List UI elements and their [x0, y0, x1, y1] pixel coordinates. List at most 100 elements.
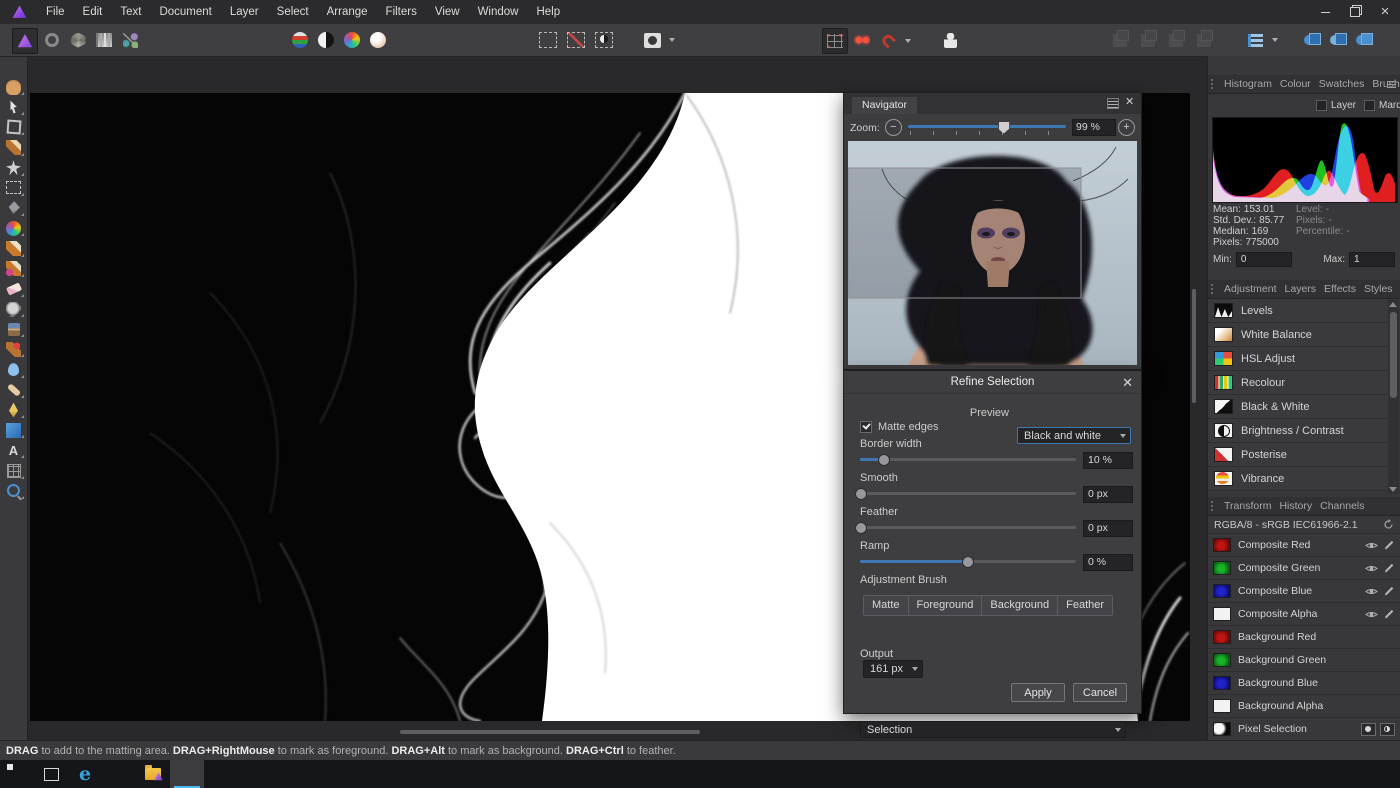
brush-mode-button[interactable]: Matte [864, 596, 909, 615]
boolean-intersect-icon[interactable] [1352, 28, 1376, 52]
tab-transform[interactable]: Transform [1220, 497, 1275, 515]
pen-tool[interactable] [4, 402, 24, 418]
channel-composite-blue[interactable]: Composite Blue [1208, 580, 1400, 603]
channel-background-alpha[interactable]: Background Alpha [1208, 695, 1400, 718]
tab-channels[interactable]: Channels [1316, 497, 1368, 515]
channel-background-blue[interactable]: Background Blue [1208, 672, 1400, 695]
move-forward-icon[interactable] [1136, 28, 1160, 52]
panel-close-icon[interactable]: ✕ [1125, 97, 1135, 108]
channel-composite-green[interactable]: Composite Green [1208, 557, 1400, 580]
menu-item[interactable]: Window [469, 0, 528, 24]
minimize-icon[interactable] [1310, 0, 1340, 24]
adjustment-scrollbar-thumb[interactable] [1390, 312, 1397, 398]
border-width-slider[interactable] [860, 453, 1076, 466]
adjustment-levels[interactable]: Levels [1208, 299, 1388, 323]
tab-effects[interactable]: Effects [1320, 280, 1360, 298]
assistant-icon[interactable] [938, 28, 962, 52]
quick-mask-icon[interactable] [640, 28, 664, 52]
alignment-icon[interactable] [1243, 28, 1267, 52]
horizontal-scrollbar-thumb[interactable] [400, 730, 700, 734]
selection-edit-icon[interactable] [1380, 722, 1395, 736]
output-dropdown[interactable]: Selection [860, 721, 1126, 738]
scroll-down-icon[interactable] [1389, 487, 1397, 492]
channel-pixel-selection[interactable]: Pixel Selection [1208, 718, 1400, 740]
invert-selection-icon[interactable] [592, 28, 616, 52]
move-tool[interactable] [4, 99, 24, 116]
feather-slider[interactable] [855, 521, 1076, 534]
navigator-titlebar[interactable]: Navigator ✕ [844, 93, 1141, 114]
slider-thumb[interactable] [877, 454, 890, 466]
tab-swatches[interactable]: Swatches [1315, 75, 1369, 93]
tab-history[interactable]: History [1275, 497, 1316, 515]
edit-pencil-icon[interactable] [1384, 609, 1394, 619]
adjustment-brightness-contrast[interactable]: Brightness / Contrast [1208, 419, 1388, 443]
marquee-checkbox[interactable] [1364, 100, 1376, 111]
adjustment-vibrance[interactable]: Vibrance [1208, 467, 1388, 491]
auto-white-balance-icon[interactable] [366, 28, 390, 52]
tab-colour[interactable]: Colour [1276, 75, 1315, 93]
menu-item[interactable]: Edit [74, 0, 112, 24]
task-view-button[interactable] [34, 760, 68, 788]
menu-item[interactable]: Help [527, 0, 569, 24]
dialog-close-icon[interactable]: ✕ [1122, 375, 1133, 391]
layer-checkbox[interactable] [1316, 100, 1327, 111]
adjustment-black-white[interactable]: Black & White [1208, 395, 1388, 419]
flood-fill-tool[interactable] [4, 200, 24, 217]
feather-value[interactable]: 0 px [1083, 520, 1133, 537]
menu-item[interactable]: Text [111, 0, 150, 24]
sync-icon[interactable] [1383, 519, 1394, 530]
blemish-removal-tool[interactable] [4, 382, 24, 398]
menu-item[interactable]: File [37, 0, 74, 24]
edit-pencil-icon[interactable] [1384, 586, 1394, 596]
gradient-tool[interactable] [4, 220, 24, 237]
edge-browser-icon[interactable]: e [68, 760, 102, 788]
quick-mask-caret-icon[interactable] [669, 38, 675, 42]
brush-mode-button[interactable]: Foreground [908, 596, 983, 615]
zoom-slider[interactable] [907, 120, 1066, 136]
brush-mode-button[interactable]: Feather [1058, 596, 1113, 615]
menu-item[interactable]: View [426, 0, 469, 24]
zoom-value-input[interactable]: 99 % [1072, 119, 1116, 136]
erase-brush-tool[interactable] [4, 281, 24, 297]
scroll-up-icon[interactable] [1389, 302, 1397, 307]
tab-styles[interactable]: Styles [1360, 280, 1397, 298]
edit-pencil-icon[interactable] [1384, 540, 1394, 550]
channel-background-green[interactable]: Background Green [1208, 649, 1400, 672]
snapping-candidates-icon[interactable] [850, 28, 874, 52]
affinity-folder-icon[interactable] [136, 760, 170, 788]
shape-tool[interactable] [4, 422, 24, 439]
slider-thumb[interactable] [855, 488, 867, 500]
adjustment-white-balance[interactable]: White Balance [1208, 323, 1388, 347]
adjustment-posterise[interactable]: Posterise [1208, 443, 1388, 467]
channel-composite-alpha[interactable]: Composite Alpha [1208, 603, 1400, 626]
slider-thumb[interactable] [961, 556, 974, 568]
max-input[interactable]: 1 [1349, 252, 1395, 267]
menu-item[interactable]: Document [150, 0, 220, 24]
move-backward-icon[interactable] [1164, 28, 1188, 52]
visibility-eye-icon[interactable] [1365, 564, 1378, 573]
channel-composite-red[interactable]: Composite Red [1208, 534, 1400, 557]
min-input[interactable]: 0 [1235, 252, 1292, 267]
tone-mapping-persona-icon[interactable] [92, 28, 116, 52]
auto-contrast-icon[interactable] [314, 28, 338, 52]
smooth-slider[interactable] [855, 487, 1076, 500]
menu-item[interactable]: Arrange [318, 0, 377, 24]
boolean-subtract-icon[interactable] [1326, 28, 1350, 52]
panel-menu-icon[interactable] [1387, 80, 1396, 88]
develop-persona-icon[interactable] [66, 28, 90, 52]
navigator-tab[interactable]: Navigator [852, 97, 917, 114]
smooth-value[interactable]: 0 px [1083, 486, 1133, 503]
menu-item[interactable]: Filters [377, 0, 426, 24]
channel-background-red[interactable]: Background Red [1208, 626, 1400, 649]
adjustment-recolour[interactable]: Recolour [1208, 371, 1388, 395]
boolean-add-icon[interactable] [1300, 28, 1324, 52]
file-explorer-icon[interactable] [102, 760, 136, 788]
zoom-in-icon[interactable]: + [1118, 119, 1135, 136]
colour-replacement-brush-tool[interactable] [4, 261, 24, 277]
affinity-photo-icon[interactable] [170, 760, 204, 788]
preview-dropdown[interactable]: Black and white [1017, 427, 1131, 444]
apply-button[interactable]: Apply [1011, 683, 1065, 702]
text-tool[interactable] [4, 442, 24, 459]
mesh-warp-tool[interactable] [4, 463, 24, 479]
photo-persona-icon[interactable] [12, 28, 38, 54]
